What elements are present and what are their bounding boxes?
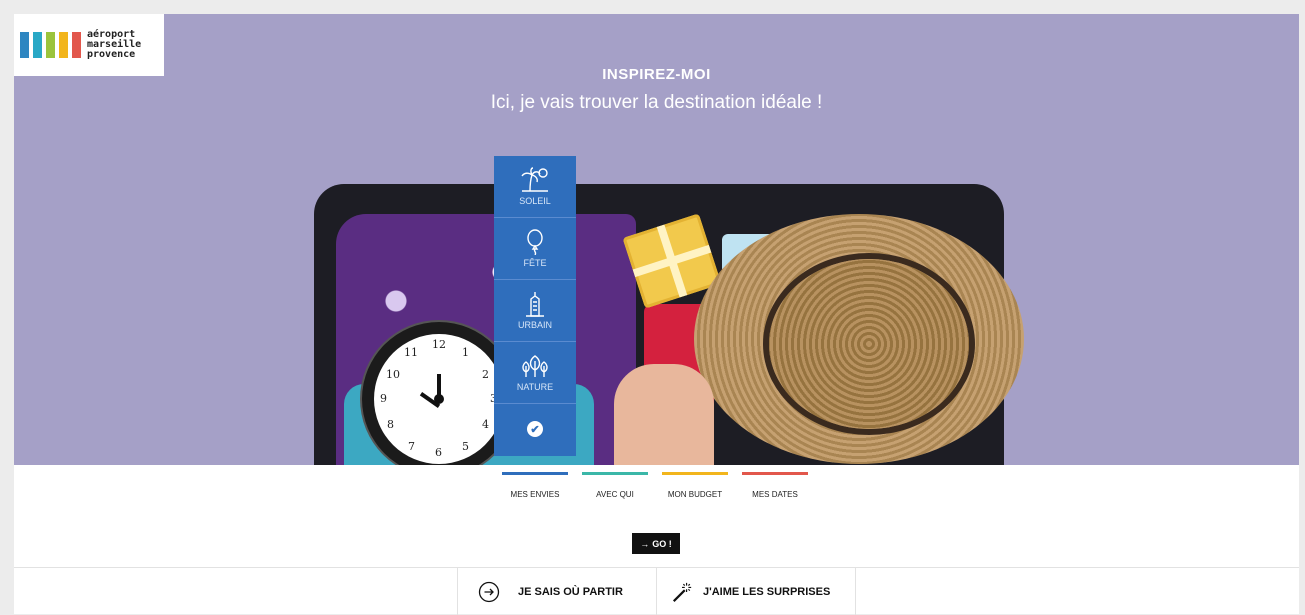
go-button[interactable]: → GO !: [632, 533, 680, 554]
step-mes-dates[interactable]: MES DATES: [742, 472, 808, 499]
step-indicator: [582, 472, 648, 475]
hand: [614, 364, 714, 465]
category-fete[interactable]: FÊTE: [494, 218, 576, 280]
palm-sun-icon: [520, 167, 550, 193]
step-label: MES DATES: [752, 490, 798, 499]
clock-number: 6: [435, 446, 442, 459]
clock-number: 8: [387, 418, 394, 431]
balloon-icon: [520, 229, 550, 255]
arrow-right-icon: →: [640, 538, 650, 549]
step-label: MES ENVIES: [510, 490, 560, 499]
option-surprises[interactable]: J'AIME LES SURPRISES: [656, 568, 856, 615]
page-title: INSPIREZ-MOI: [602, 66, 711, 83]
option-label: J'AIME LES SURPRISES: [703, 585, 831, 598]
step-label: AVEC QUI: [596, 490, 634, 499]
logo-bar: [46, 32, 55, 58]
logo-text: aéroport marseille provence: [87, 30, 141, 60]
page-frame: aéroport marseille provence INSPIREZ-MOI…: [14, 14, 1299, 615]
step-indicator: [742, 472, 808, 475]
check-icon: ✔: [527, 421, 543, 437]
clock-number: 12: [432, 338, 446, 351]
clock-number: 2: [482, 368, 489, 381]
logo-bar: [59, 32, 68, 58]
logo-bar: [20, 32, 29, 58]
step-avec-qui[interactable]: AVEC QUI: [582, 472, 648, 499]
logo-bar: [33, 32, 42, 58]
page-subtitle: Ici, je vais trouver la destination idéa…: [490, 92, 823, 113]
clock-number: 10: [386, 368, 400, 381]
step-mes-envies[interactable]: MES ENVIES: [502, 472, 568, 499]
step-tabs: MES ENVIES AVEC QUI MON BUDGET MES DATES: [502, 472, 808, 499]
category-soleil[interactable]: SOLEIL: [494, 156, 576, 218]
arrow-circle-icon: [478, 581, 500, 603]
category-label: URBAIN: [517, 320, 552, 330]
clock-number: 4: [482, 418, 489, 431]
category-label: NATURE: [516, 382, 554, 392]
logo-line: provence: [87, 49, 136, 60]
magic-wand-icon: [671, 581, 693, 603]
category-menu: SOLEIL FÊTE URBAIN NATURE ✔: [494, 156, 576, 456]
category-nature[interactable]: NATURE: [494, 342, 576, 404]
suitcase-illustration: 12 1 2 3 4 5 6 7 8 9 10 11: [314, 184, 1024, 465]
step-mon-budget[interactable]: MON BUDGET: [662, 472, 728, 499]
option-label: JE SAIS OÙ PARTIR: [518, 585, 623, 598]
logo-bars: [20, 32, 81, 58]
hero-banner: aéroport marseille provence INSPIREZ-MOI…: [14, 14, 1299, 465]
category-label: FÊTE: [523, 258, 547, 268]
step-indicator: [502, 472, 568, 475]
bottom-options: JE SAIS OÙ PARTIR J'AIME LES SURPRISES: [14, 567, 1299, 615]
clock-center: [434, 394, 444, 404]
option-know-destination[interactable]: JE SAIS OÙ PARTIR: [457, 568, 656, 615]
alarm-clock: 12 1 2 3 4 5 6 7 8 9 10 11: [374, 334, 504, 464]
category-urbain[interactable]: URBAIN: [494, 280, 576, 342]
clock-number: 7: [408, 440, 415, 453]
logo-bar: [72, 32, 81, 58]
go-label: GO !: [652, 538, 672, 549]
step-indicator: [662, 472, 728, 475]
trees-icon: [520, 353, 550, 379]
step-label: MON BUDGET: [667, 490, 723, 499]
building-icon: [520, 291, 550, 317]
category-label: SOLEIL: [519, 196, 551, 206]
clock-number: 9: [380, 392, 387, 405]
clock-number: 11: [404, 346, 418, 359]
validate-categories[interactable]: ✔: [494, 404, 576, 454]
straw-hat-crown: [769, 259, 969, 429]
clock-number: 1: [462, 346, 469, 359]
clock-number: 5: [462, 440, 469, 453]
